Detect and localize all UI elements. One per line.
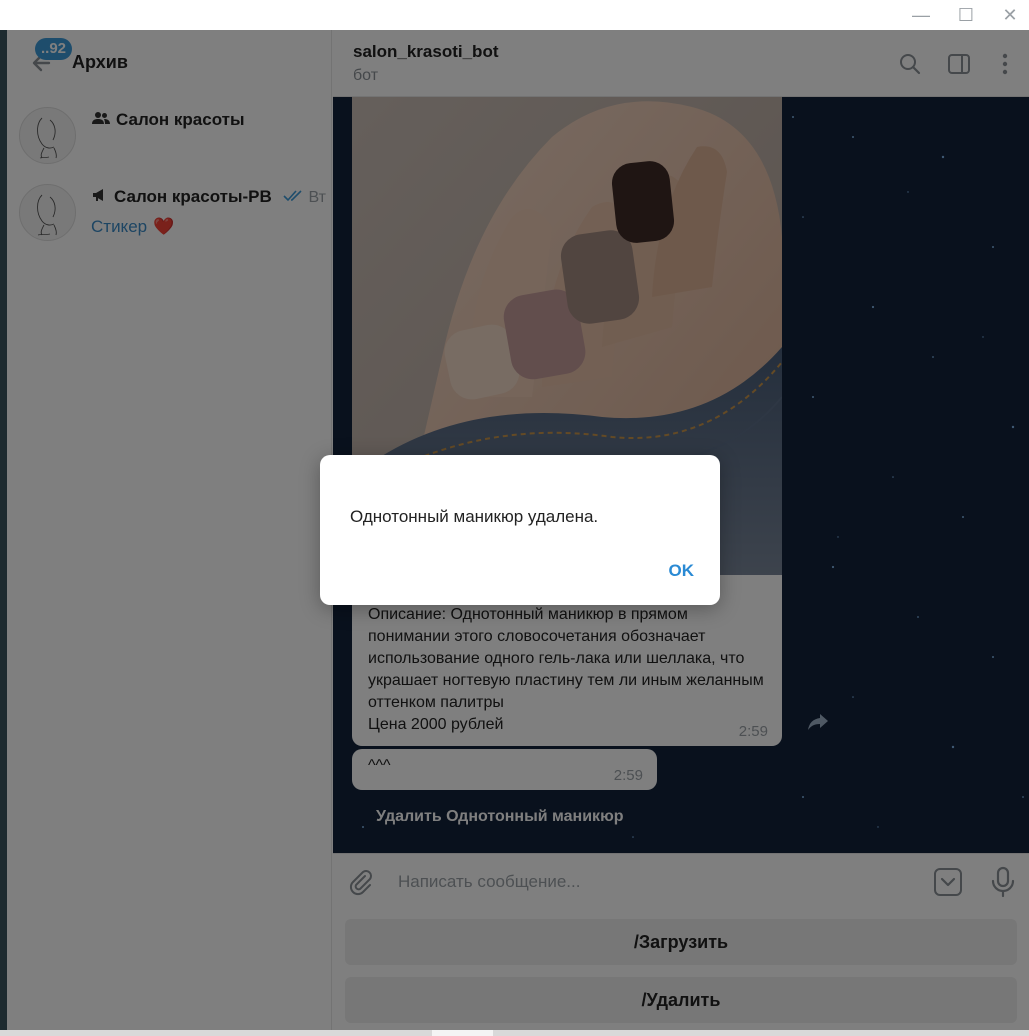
taskbar-thumb — [432, 1030, 493, 1036]
desktop-edge — [0, 30, 7, 1036]
alert-dialog: Однотонный маникюр удалена. OK — [320, 455, 720, 605]
taskbar-strip — [0, 1030, 1029, 1036]
ok-button[interactable]: OK — [669, 561, 695, 581]
close-window-button[interactable]: ✕ — [999, 5, 1021, 25]
minimize-button[interactable]: — — [910, 5, 932, 25]
window-titlebar: — ☐ ✕ — [0, 0, 1029, 30]
dialog-message: Однотонный маникюр удалена. — [350, 507, 599, 526]
maximize-button[interactable]: ☐ — [955, 5, 977, 25]
